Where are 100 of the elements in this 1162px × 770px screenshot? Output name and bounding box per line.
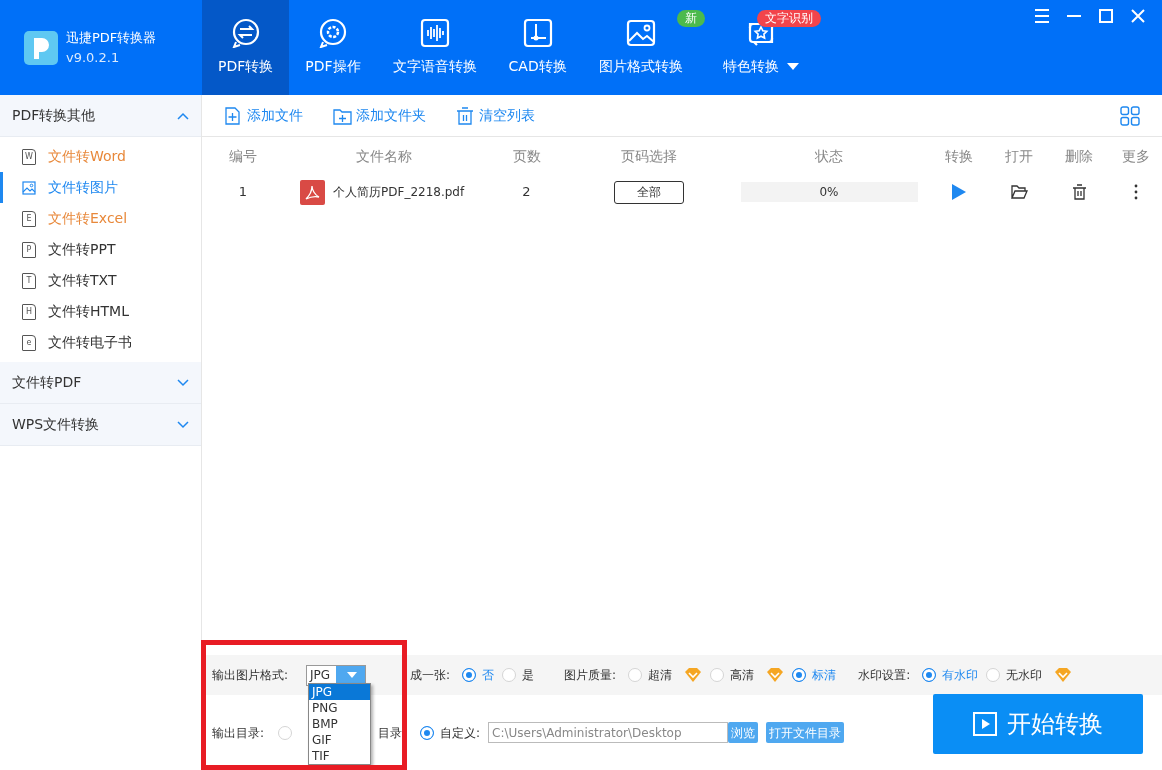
item-label: 文件转Excel [48, 209, 128, 228]
setting-label: 成一张: [410, 667, 451, 684]
tab-label: 图片格式转换 [598, 57, 683, 76]
sidebar-item[interactable]: H 文件转HTML [0, 296, 201, 327]
maximize-icon[interactable] [1098, 8, 1114, 24]
close-icon[interactable] [1130, 8, 1146, 24]
pdf-file-icon [300, 179, 325, 205]
nav-tab[interactable]: PDF操作 [289, 0, 377, 95]
sidebar-item[interactable]: e 文件转电子书 [0, 327, 201, 358]
radio-button[interactable] [792, 668, 807, 682]
document-icon: e [22, 334, 36, 351]
column-header: 状态 [814, 146, 844, 166]
group-label: 文件转PDF [12, 373, 82, 392]
radio-button[interactable] [420, 725, 435, 740]
document-icon: H [22, 303, 36, 320]
sidebar-item[interactable]: E 文件转Excel [0, 203, 201, 234]
setting-label: 水印设置: [858, 667, 911, 684]
table-cell-text: 1 [237, 183, 249, 202]
toolbar-button[interactable]: 添加文件夹 [333, 105, 426, 126]
column-header: 打开 [1004, 146, 1034, 166]
badge-label: 文字识别 [756, 10, 821, 27]
caret-icon [347, 672, 358, 678]
folder-icon[interactable] [1010, 185, 1028, 199]
badge-label: 新 [676, 10, 705, 27]
dropdown-option[interactable]: JPG [309, 684, 370, 700]
item-label: 文件转PPT [48, 240, 116, 259]
sidebar-item[interactable]: T 文件转TXT [0, 265, 201, 296]
option-label: 高清 [730, 667, 755, 684]
nav-tab[interactable]: CAD转换 [492, 0, 583, 95]
more-icon[interactable] [1133, 184, 1138, 200]
radio-button[interactable] [462, 668, 477, 682]
nav-tab[interactable]: 文字语音转换 [376, 0, 493, 95]
group-label: WPS文件转换 [12, 415, 100, 434]
sidebar-group-header[interactable]: PDF转换其他 [0, 95, 201, 137]
cad-icon [522, 18, 553, 48]
image-icon [22, 180, 36, 195]
play-icon [973, 712, 997, 736]
dropdown-option[interactable]: GIF [309, 732, 370, 748]
trash-icon[interactable] [1071, 184, 1087, 200]
menu-icon[interactable] [1034, 8, 1050, 24]
toolbar-button[interactable]: 清空列表 [456, 105, 535, 126]
sound-wave-icon [419, 18, 450, 48]
option-label: 是 [522, 667, 535, 684]
item-label: 文件转HTML [48, 302, 129, 321]
column-header: 更多 [1120, 146, 1151, 166]
option-label: 超清 [648, 667, 673, 684]
gear-icon [317, 18, 348, 48]
convert-icon [230, 18, 261, 48]
sidebar-item[interactable]: W 文件转Word [0, 141, 201, 172]
option-label: 有水印 [942, 667, 979, 684]
dropdown-option[interactable]: BMP [309, 716, 370, 732]
logo-icon [24, 30, 58, 65]
sidebar-group-header[interactable]: WPS文件转换 [0, 404, 201, 446]
item-label: 文件转电子书 [48, 333, 132, 352]
toolbar-button[interactable]: 添加文件 [224, 105, 303, 126]
column-header: 转换 [944, 146, 974, 166]
radio-button[interactable] [922, 668, 937, 682]
nav-tab[interactable]: 文字识别 特色转换 [706, 0, 823, 95]
trash-icon [456, 106, 475, 125]
nav-tab[interactable]: PDF转换 [202, 0, 290, 95]
document-icon: T [22, 272, 36, 289]
option-label: 自定义: [440, 724, 481, 742]
tab-label: 文字语音转换 [392, 57, 477, 76]
tab-label: CAD转换 [508, 57, 567, 76]
format-select[interactable]: JPG [306, 664, 367, 686]
option-label: 无水印 [1006, 667, 1043, 684]
tab-label: 特色转换 [722, 57, 779, 76]
table-cell-text: 2 [521, 183, 532, 202]
app-version: v9.0.2.1 [66, 48, 121, 67]
tab-label: PDF操作 [305, 57, 361, 76]
document-icon: P [22, 241, 36, 258]
sidebar-item[interactable]: P 文件转PPT [0, 234, 201, 265]
column-header: 文件名称 [355, 146, 413, 166]
tab-label: PDF转换 [218, 57, 274, 76]
column-header: 编号 [228, 146, 258, 166]
add-folder-icon [333, 106, 352, 125]
document-icon: E [22, 210, 36, 227]
dropdown-option[interactable]: TIF [309, 748, 370, 764]
play-icon[interactable] [951, 183, 967, 201]
setting-label: 图片质量: [564, 667, 617, 684]
add-file-icon [224, 106, 243, 125]
option-label: 目录 [378, 724, 403, 742]
setting-label: 输出目录: [212, 724, 265, 742]
page-select-button[interactable]: 全部 [614, 180, 684, 204]
sidebar-item[interactable]: 文件转图片 [0, 172, 201, 203]
document-icon: W [22, 148, 36, 165]
path-field[interactable]: C:\Users\Administrator\Desktop [488, 722, 729, 743]
image-icon [625, 18, 656, 48]
sidebar-group-header[interactable]: 文件转PDF [0, 362, 201, 404]
column-header: 页码选择 [620, 146, 678, 166]
nav-tab[interactable]: 新 图片格式转换 [582, 0, 707, 95]
option-label: 标清 [812, 667, 837, 684]
column-header: 删除 [1064, 146, 1094, 166]
grid-view-icon[interactable] [1120, 105, 1140, 126]
column-header: 页数 [511, 146, 542, 166]
option-label: 否 [482, 667, 495, 684]
item-label: 文件转Word [48, 147, 126, 166]
item-label: 文件转TXT [48, 271, 117, 290]
dropdown-option[interactable]: PNG [309, 700, 370, 716]
setting-label: 输出图片格式: [212, 667, 289, 684]
